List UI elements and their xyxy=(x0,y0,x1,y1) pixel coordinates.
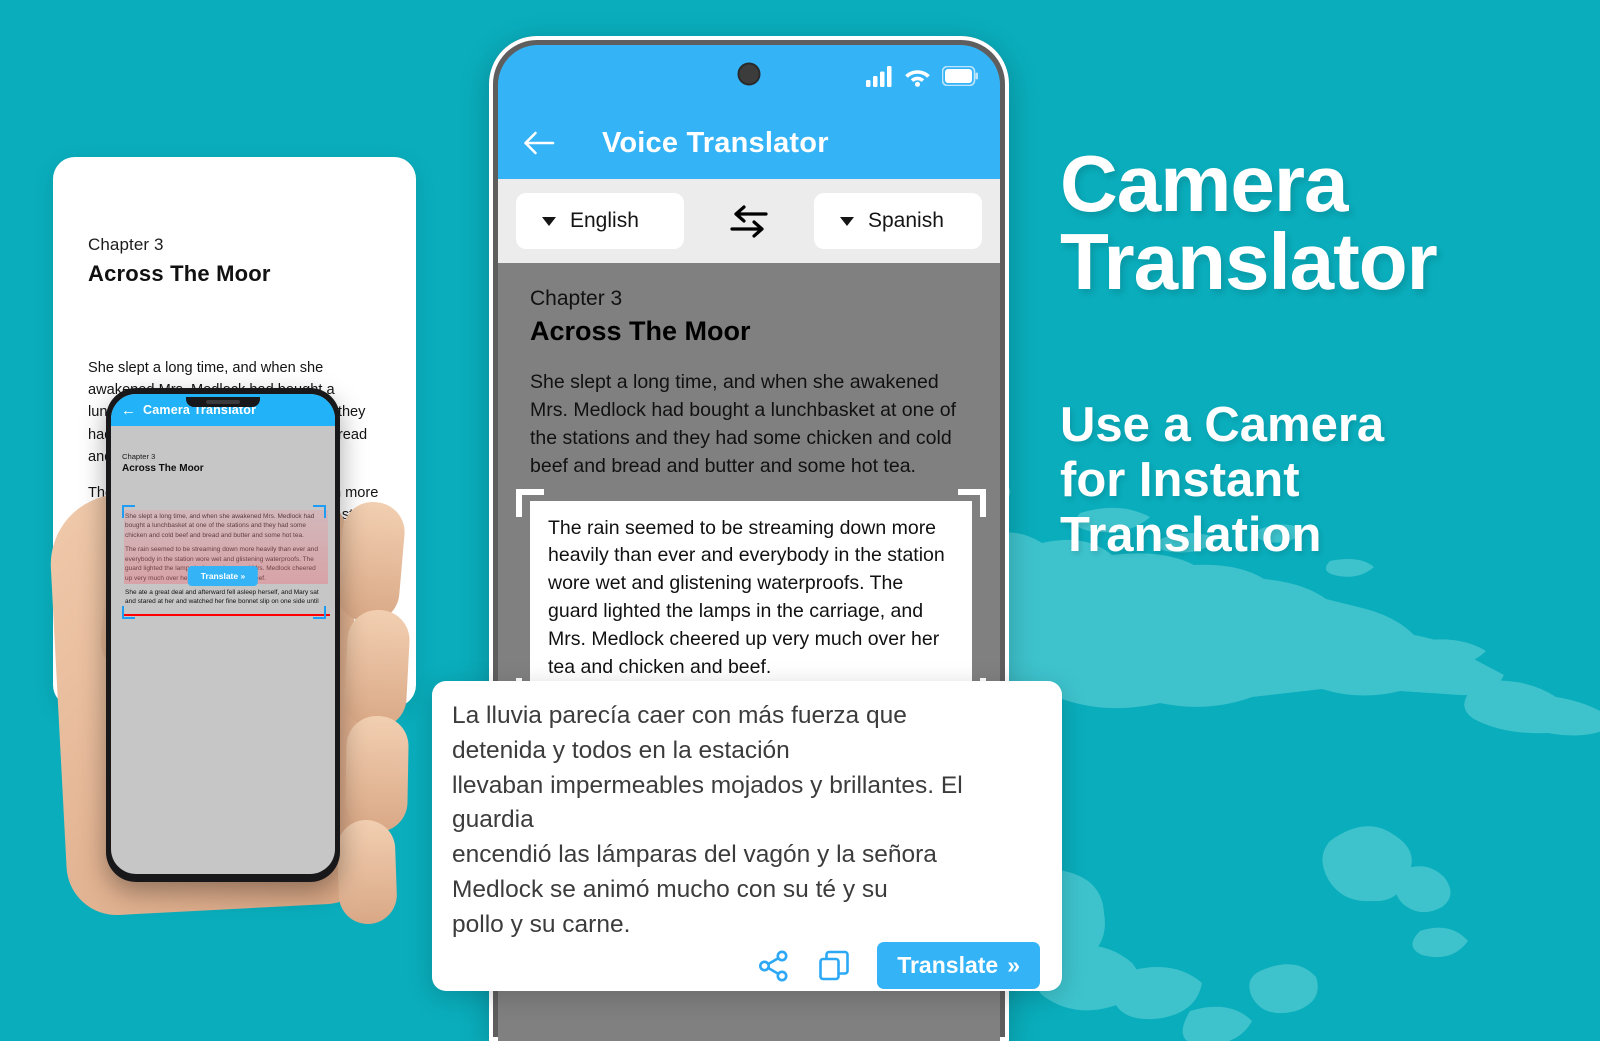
small-translate-button[interactable]: Translate » xyxy=(187,565,259,586)
book-chapter-label: Chapter 3 xyxy=(88,235,164,254)
scan-corner-bottom-left xyxy=(122,605,135,619)
language-selector-bar: English Spanish xyxy=(498,179,1000,263)
scan-corner-top-left xyxy=(122,505,135,518)
source-language-label: English xyxy=(570,209,639,232)
small-phone-device: ← Camera Translator Chapter 3 Across The… xyxy=(106,388,340,882)
status-bar xyxy=(498,45,1000,107)
caret-down-icon xyxy=(840,216,854,226)
hand-finger-ring xyxy=(344,715,410,833)
target-language-label: Spanish xyxy=(868,209,944,232)
small-doc-title: Across The Moor xyxy=(122,463,204,474)
small-phone-document: Chapter 3 Across The Moor She slept a lo… xyxy=(111,426,335,619)
selection-corner-top-right xyxy=(958,488,986,517)
small-phone-screen: ← Camera Translator Chapter 3 Across The… xyxy=(111,394,335,874)
chevron-double-right-icon: » xyxy=(1007,952,1020,979)
doc-paragraph-before: She slept a long time, and when she awak… xyxy=(530,371,957,477)
front-camera-icon xyxy=(737,62,761,86)
small-doc-chapter: Chapter 3 xyxy=(122,452,156,461)
arrow-left-icon[interactable] xyxy=(522,130,556,156)
headline-line-2: Translator xyxy=(1060,217,1438,307)
ocr-selection-region[interactable]: The rain seemed to be streaming down mor… xyxy=(516,488,986,706)
translated-line-3: llevaban impermeables mojados y brillant… xyxy=(452,771,963,799)
scan-corner-bottom-right xyxy=(313,605,326,619)
translated-line-4: guardia xyxy=(452,806,534,834)
copy-icon[interactable] xyxy=(817,949,851,983)
share-icon[interactable] xyxy=(757,949,791,983)
arrow-left-icon[interactable]: ← xyxy=(121,403,136,418)
hand-finger-pinky xyxy=(336,819,398,925)
subheadline-line-1: Use a Camera xyxy=(1060,397,1385,452)
battery-icon xyxy=(942,66,978,86)
translated-line-2: detenida y todos en la estación xyxy=(452,736,790,764)
subheadline-line-3: Translation xyxy=(1060,507,1322,562)
translated-text: La lluvia parecía caer con más fuerza qu… xyxy=(452,699,1040,942)
target-language-dropdown[interactable]: Spanish xyxy=(814,193,982,249)
scan-corner-top-right xyxy=(313,505,326,518)
small-phone-notch xyxy=(186,397,260,407)
translated-line-7: pollo y su carne. xyxy=(452,910,631,938)
selection-corner-top-left xyxy=(516,488,544,517)
hand-finger-middle xyxy=(342,608,412,730)
source-language-dropdown[interactable]: English xyxy=(516,193,684,249)
scan-red-underline xyxy=(124,614,330,617)
swap-horizontal-icon[interactable] xyxy=(728,202,770,240)
page-title: Voice Translator xyxy=(602,126,829,159)
headline-line-1: Camera xyxy=(1060,139,1349,228)
small-phone-scan-region[interactable]: She slept a long time, and when she awak… xyxy=(122,505,330,619)
translate-button[interactable]: Translate » xyxy=(877,942,1040,990)
doc-chapter-label: Chapter 3 xyxy=(530,287,623,310)
caret-down-icon xyxy=(542,216,556,226)
small-doc-paragraph-1: She slept a long time, and when she awak… xyxy=(125,513,315,539)
doc-title: Across The Moor xyxy=(530,316,751,346)
book-title: Across The Moor xyxy=(88,261,271,286)
headline: Camera Translator xyxy=(1060,139,1580,307)
subheadline: Use a Camera for Instant Translation xyxy=(1060,398,1580,563)
translation-result-sheet: La lluvia parecía caer con más fuerza qu… xyxy=(432,681,1062,991)
app-bar: Voice Translator xyxy=(498,107,1000,179)
wifi-icon xyxy=(905,69,930,87)
doc-selected-paragraph: The rain seemed to be streaming down mor… xyxy=(548,516,945,678)
signal-bars-icon xyxy=(866,65,892,87)
promo-banner: Chapter 3 Across The Moor She slept a lo… xyxy=(0,0,1600,1041)
subheadline-line-2: for Instant xyxy=(1060,452,1300,507)
hand-holding-phone: ← Camera Translator Chapter 3 Across The… xyxy=(47,370,418,930)
translated-line-1: La lluvia parecía caer con más fuerza qu… xyxy=(452,702,907,729)
marketing-copy: Camera Translator Use a Camera for Insta… xyxy=(1060,139,1580,563)
translate-button-label: Translate xyxy=(897,952,999,979)
small-doc-paragraph-3: She ate a great deal and afterward fell … xyxy=(125,588,319,606)
translated-line-6: Medlock se animó mucho con su té y su xyxy=(452,875,888,903)
translated-line-5: encendió las lámparas del vagón y la señ… xyxy=(452,841,937,869)
hand-finger-index xyxy=(334,499,408,625)
sheet-action-row: Translate » xyxy=(452,942,1040,990)
